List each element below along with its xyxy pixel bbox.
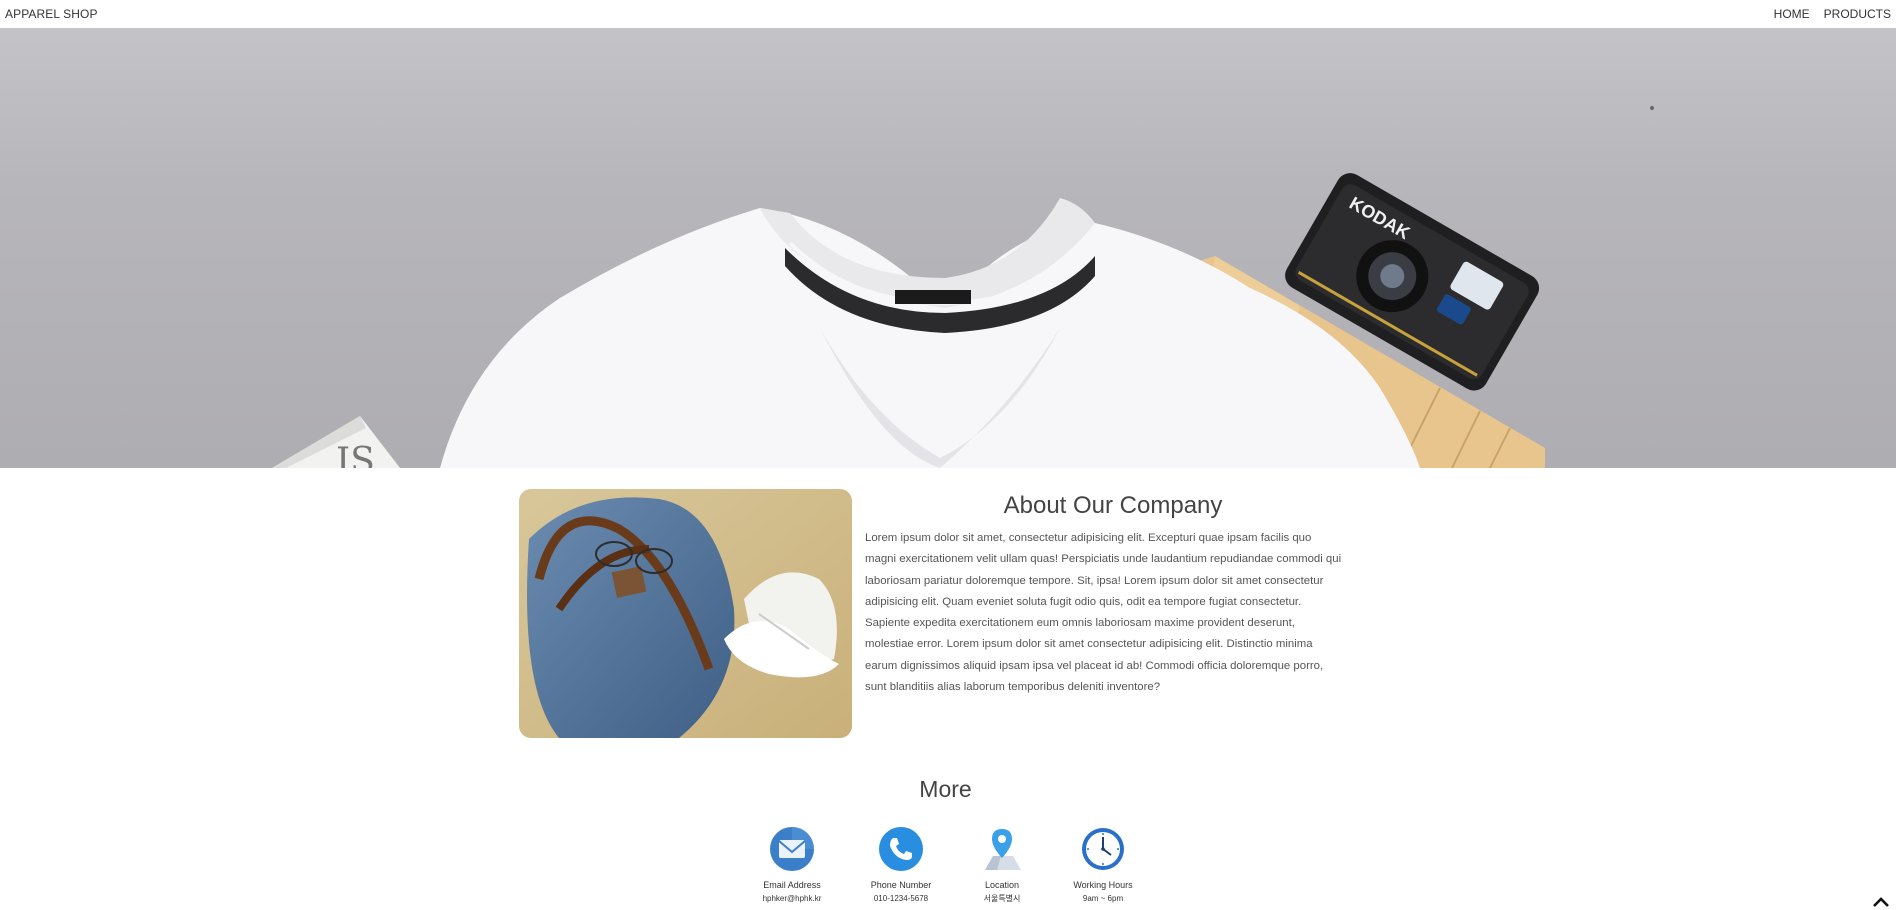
nav-link-home[interactable]: HOME [1774, 7, 1810, 21]
contact-hours-value: 9am ~ 6pm [1082, 894, 1124, 903]
more-title: More [919, 776, 972, 802]
magazine-illustration: IS [272, 416, 400, 468]
contact-location: Location 서울특별시 [947, 826, 1057, 906]
tshirt-illustration [440, 198, 1420, 468]
nav-links: HOME PRODUCTS [1774, 7, 1891, 21]
contact-email-label: Email Address [763, 880, 821, 890]
beach-bag-illustration [519, 489, 852, 738]
location-icon [985, 829, 1021, 870]
hero-image: IS KODAK [0, 28, 1896, 468]
contact-email: Email Address hphker@hphk.kr [737, 826, 847, 906]
about-section: About Our Company Lorem ipsum dolor sit … [865, 492, 1345, 698]
contact-location-label: Location [984, 880, 1020, 890]
about-title: About Our Company [1003, 492, 1223, 519]
brand-link[interactable]: APPAREL SHOP [5, 7, 98, 21]
nav-link-products[interactable]: PRODUCTS [1824, 7, 1891, 21]
clock-icon [1082, 828, 1124, 870]
about-image [519, 489, 852, 738]
contact-phone: Phone Number 010-1234-5678 [846, 826, 956, 906]
svg-text:IS: IS [336, 441, 375, 468]
about-body: Lorem ipsum dolor sit amet, consectetur … [865, 532, 1342, 694]
contact-phone-label: Phone Number [870, 880, 932, 890]
phone-icon [879, 827, 923, 871]
contact-location-value: 서울특별시 [983, 894, 1021, 903]
contact-hours: Working Hours 9am ~ 6pm [1048, 826, 1158, 906]
hero-illustration: IS KODAK [272, 106, 1654, 468]
chevron-up-icon[interactable] [1872, 896, 1890, 908]
contact-email-value: hphker@hphk.kr [762, 894, 822, 903]
contact-phone-value: 010-1234-5678 [873, 894, 929, 903]
navbar: APPAREL SHOP HOME PRODUCTS [0, 0, 1896, 28]
contact-hours-label: Working Hours [1073, 880, 1133, 890]
email-icon [770, 827, 814, 871]
